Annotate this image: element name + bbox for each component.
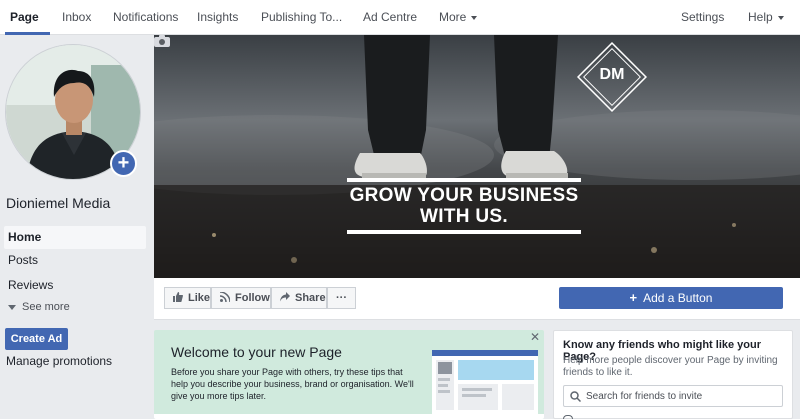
chevron-down-icon [8, 304, 16, 310]
chevron-down-icon [471, 15, 478, 20]
headline-top-rule [347, 178, 581, 182]
headline-bottom-rule [347, 230, 581, 234]
welcome-description: Before you share your Page with others, … [171, 367, 414, 401]
page-preview-illustration [432, 350, 538, 414]
nav-help-label: Help [748, 10, 773, 24]
close-icon[interactable]: ✕ [530, 330, 540, 344]
chevron-down-icon [777, 15, 784, 20]
sidebar-item-home[interactable]: Home [4, 226, 146, 249]
nav-help-menu[interactable]: Help [748, 0, 784, 35]
nav-ad-centre-tab[interactable]: Ad Centre [363, 0, 417, 35]
add-photo-button[interactable]: + [110, 150, 137, 177]
see-more-link[interactable]: See more [8, 298, 70, 316]
manage-promotions-link[interactable]: Manage promotions [6, 354, 112, 368]
create-ad-button[interactable]: Create Ad [5, 328, 68, 350]
search-icon [570, 391, 581, 402]
rss-icon [220, 292, 230, 302]
cover-headline-line2: WITH US. [420, 206, 508, 227]
search-input[interactable] [586, 388, 776, 404]
nav-insights-tab[interactable]: Insights [197, 0, 238, 35]
ellipsis-icon: ··· [336, 292, 347, 304]
dm-logo: DM [599, 66, 625, 83]
like-label: Like [188, 292, 211, 304]
nav-publishing-tools-tab[interactable]: Publishing To... [261, 0, 342, 35]
invite-friends-description: Help more people discover your Page by i… [563, 355, 778, 378]
active-tab-indicator [5, 32, 50, 35]
nav-more-tab[interactable]: More [439, 0, 478, 35]
page-title: Dioniemel Media [6, 195, 111, 211]
welcome-card-footer [154, 414, 544, 419]
more-options-button[interactable]: ··· [327, 287, 356, 309]
follow-label: Follow [235, 292, 270, 304]
friend-suggestion-peek [563, 415, 573, 419]
friend-search-box[interactable] [563, 385, 783, 407]
cover-photo[interactable]: DM GROW YOUR BUSINESS WITH US. [154, 35, 800, 278]
follow-button[interactable]: Follow [211, 287, 271, 309]
share-arrow-icon [280, 292, 290, 302]
add-a-button-label: Add a Button [643, 291, 713, 305]
like-button[interactable]: Like [164, 287, 211, 309]
nav-settings-link[interactable]: Settings [681, 0, 724, 35]
sidebar-item-posts[interactable]: Posts [4, 249, 146, 272]
sidebar-item-reviews[interactable]: Reviews [4, 274, 146, 297]
camera-icon[interactable] [154, 35, 170, 47]
share-label: Share [295, 292, 326, 304]
welcome-title: Welcome to your new Page [171, 344, 342, 360]
thumbs-up-icon [173, 292, 183, 302]
plus-icon: + [629, 290, 638, 305]
top-navigation: Page Inbox Notifications Insights Publis… [0, 0, 800, 35]
add-a-button-button[interactable]: + Add a Button [559, 287, 783, 309]
nav-more-label: More [439, 10, 467, 24]
share-button[interactable]: Share [271, 287, 327, 309]
page-action-bar: Like Follow Share ··· + Add a Button [154, 278, 800, 320]
cover-headline-line1: GROW YOUR BUSINESS [349, 185, 579, 206]
see-more-label: See more [22, 301, 70, 313]
nav-page-tab[interactable]: Page [10, 0, 39, 35]
welcome-card: Welcome to your new Page Before you shar… [154, 330, 544, 419]
cover-headline: GROW YOUR BUSINESS WITH US. [344, 185, 584, 227]
cover-image [154, 35, 800, 278]
nav-inbox-tab[interactable]: Inbox [62, 0, 91, 35]
nav-notifications-tab[interactable]: Notifications [113, 0, 178, 35]
invite-friends-card: Know any friends who might like your Pag… [553, 330, 793, 419]
